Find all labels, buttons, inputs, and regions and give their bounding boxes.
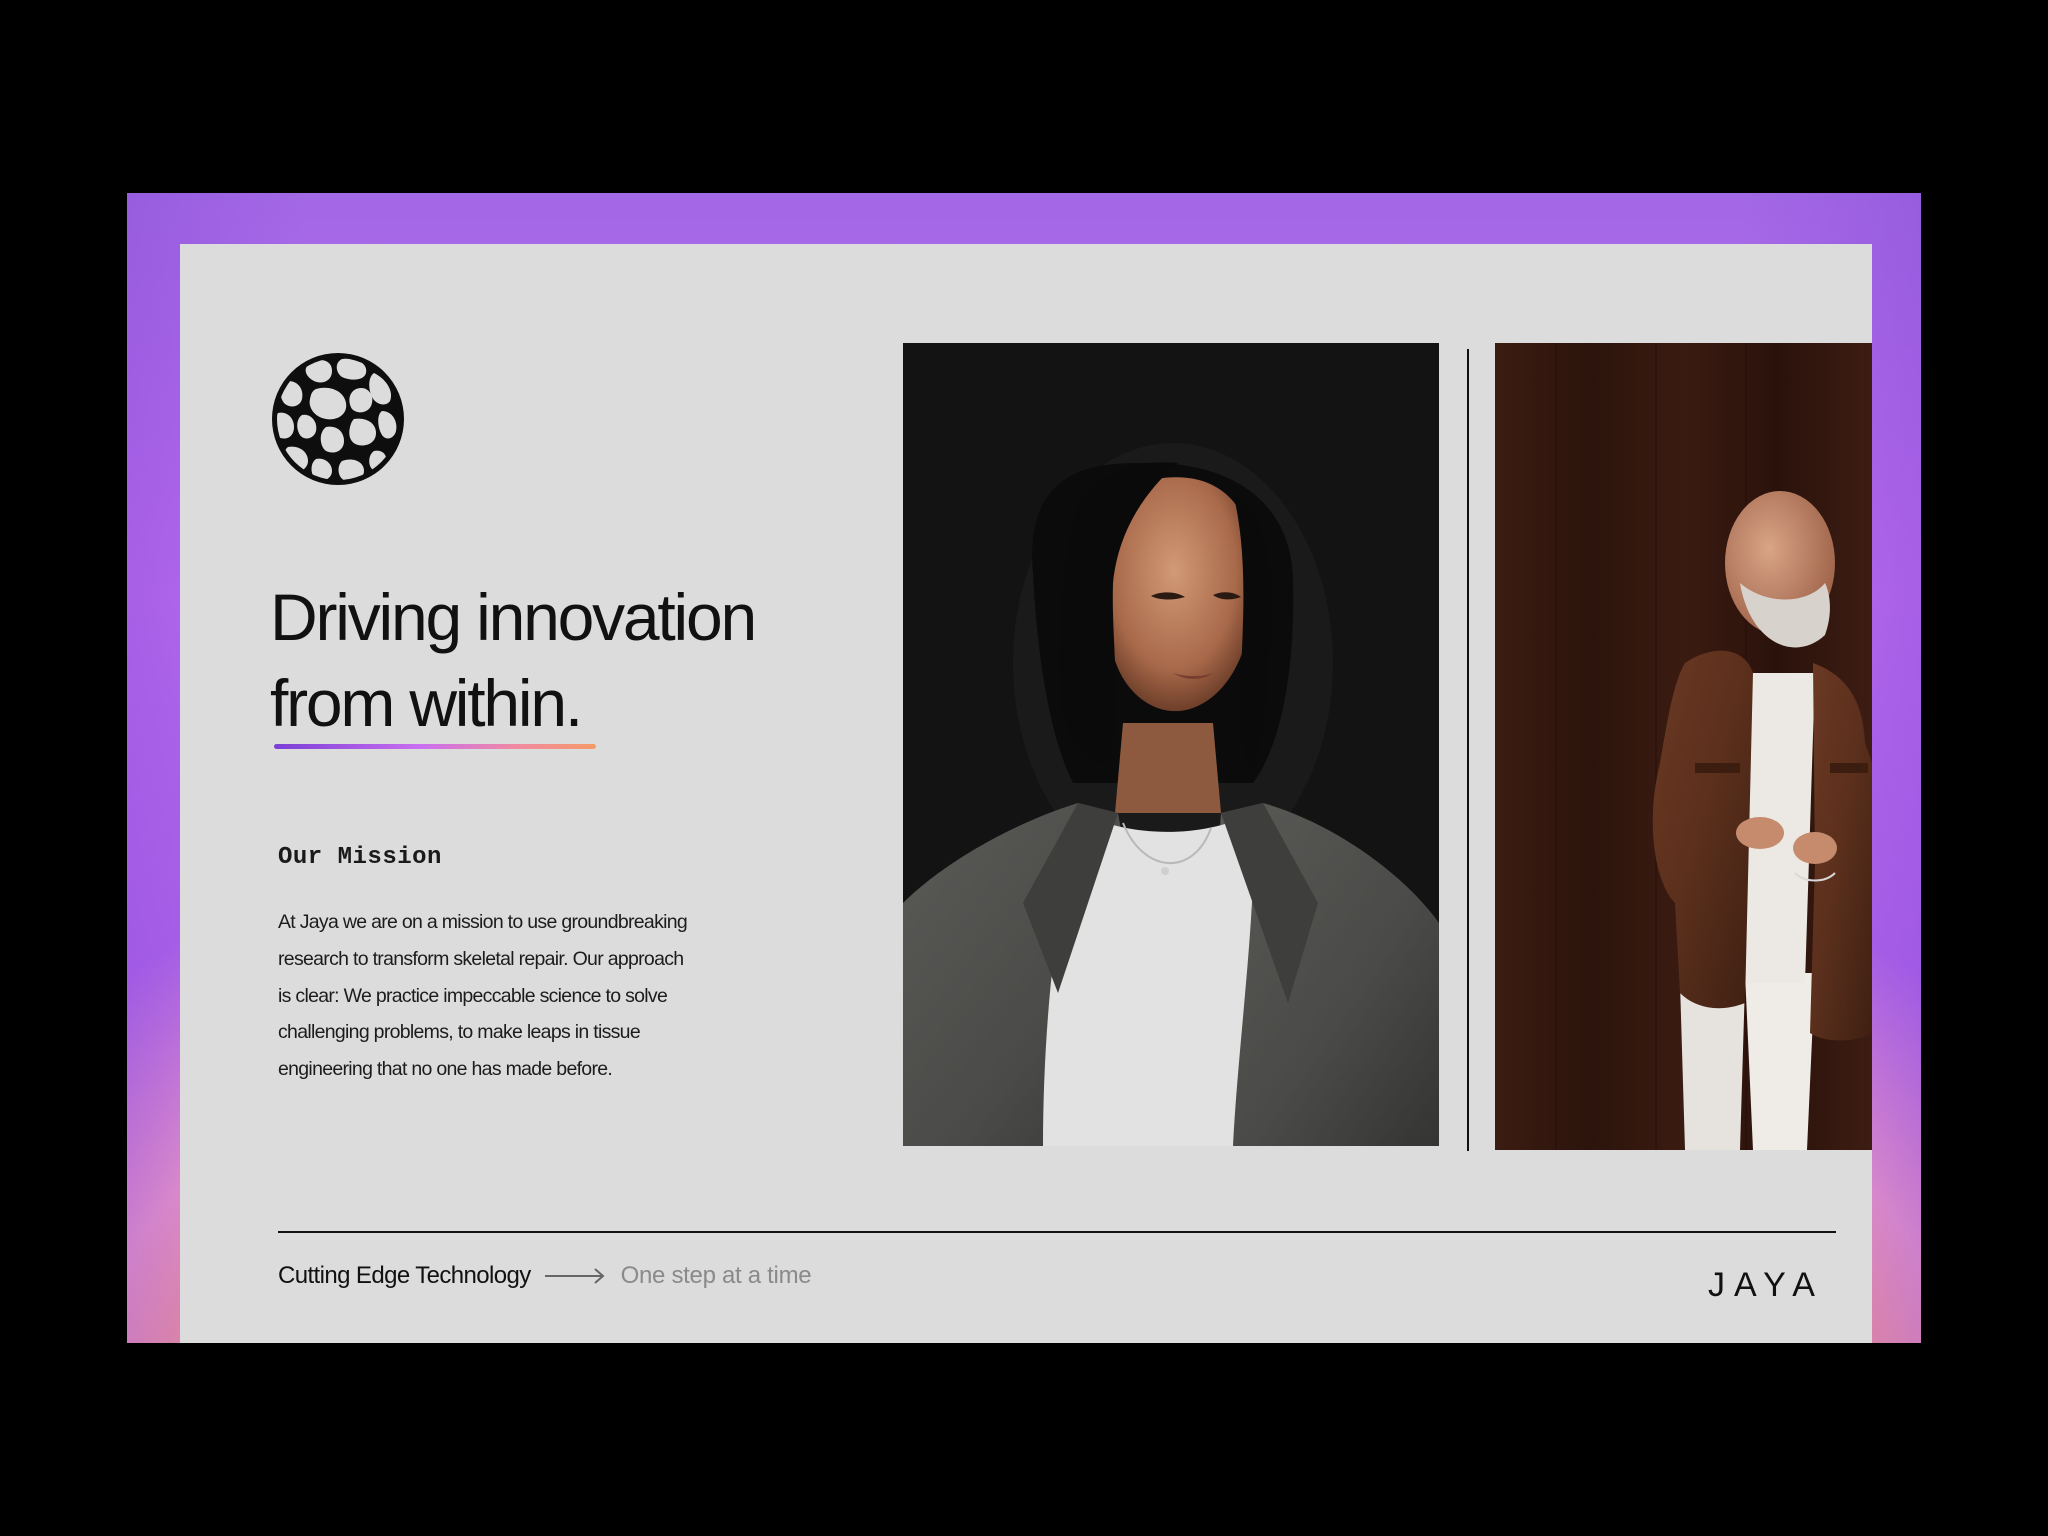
brand-wordmark: JAYA: [1708, 1266, 1824, 1304]
mission-line: At Jaya we are on a mission to use groun…: [278, 911, 688, 933]
mission-line: challenging problems, to make leaps in t…: [278, 1021, 641, 1044]
headline-line-1: Driving innovation: [270, 580, 757, 654]
page-stage: Driving innovation from within. Our Miss…: [0, 0, 2048, 1536]
arrow-right-icon: [544, 1266, 607, 1286]
portrait-man-photo: [1495, 343, 1872, 1150]
mission-title: Our Mission: [278, 844, 442, 871]
mission-paragraph: At Jaya we are on a mission to use groun…: [278, 904, 738, 1088]
page-headline: Driving innovation from within.: [270, 574, 830, 746]
headline-accent-underline: [274, 744, 596, 749]
mission-line: engineering that no one has made before.: [278, 1058, 613, 1081]
mission-line: is clear: We practice impeccable science…: [278, 984, 668, 1007]
footer-secondary-text: One step at a time: [620, 1262, 812, 1289]
footer-divider: [278, 1231, 1836, 1233]
cellular-sphere-logo-icon: [270, 351, 406, 487]
mission-line: research to transform skeletal repair. O…: [278, 947, 684, 970]
photo-divider: [1467, 349, 1469, 1151]
slide-card: Driving innovation from within. Our Miss…: [180, 244, 1872, 1343]
footer-primary-text: Cutting Edge Technology: [278, 1262, 531, 1289]
footer-tagline: Cutting Edge Technology One step at a ti…: [278, 1262, 812, 1290]
headline-line-2: from within.: [270, 666, 583, 740]
portrait-woman-photo: [903, 343, 1439, 1146]
